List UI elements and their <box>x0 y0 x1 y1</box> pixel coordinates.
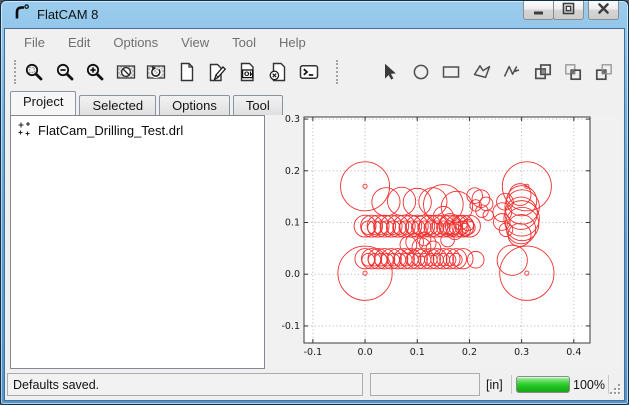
draw-rectangle-button[interactable] <box>440 58 463 86</box>
draw-rectangle-icon <box>441 62 461 82</box>
file-edit-button[interactable] <box>206 58 229 86</box>
zoom-out-button[interactable] <box>53 58 76 86</box>
project-tree: FlatCam_Drilling_Test.drl <box>10 115 265 369</box>
status-bar: Defaults saved. [in] 100% <box>5 369 624 400</box>
toolbar-handle[interactable] <box>336 60 339 84</box>
draw-circle-button[interactable] <box>409 58 432 86</box>
select-button[interactable] <box>379 58 402 86</box>
client-area: FileEditOptionsViewToolHelp Ok ProjectSe… <box>4 28 625 401</box>
draw-polyline-button[interactable] <box>501 58 524 86</box>
svg-text:0.0: 0.0 <box>285 269 300 280</box>
file-delete-button[interactable] <box>267 58 290 86</box>
zoom-in-button[interactable] <box>84 58 107 86</box>
file-ok-button[interactable]: Ok <box>237 58 260 86</box>
menu-view[interactable]: View <box>171 33 219 52</box>
maximize-icon <box>561 1 576 21</box>
svg-text:0.3: 0.3 <box>285 115 300 125</box>
union-button[interactable] <box>531 58 554 86</box>
draw-polyline-icon <box>502 62 522 82</box>
tree-item-label: FlatCam_Drilling_Test.drl <box>38 123 183 138</box>
plot-panel: -0.1 0.0 0.1 0.2 0.3 0.4 -0.1 0.0 0.1 0.2 0.3 <box>265 115 622 371</box>
close-icon <box>596 1 611 21</box>
svg-text:0.2: 0.2 <box>285 166 300 177</box>
shell-button[interactable] <box>298 58 321 86</box>
file-new-icon <box>177 62 197 82</box>
menu-file[interactable]: File <box>14 33 55 52</box>
window-title: FlatCAM 8 <box>37 7 98 22</box>
clear-plot-button[interactable] <box>114 58 137 86</box>
zoom-fit-button[interactable] <box>23 58 46 86</box>
tree-item[interactable]: FlatCam_Drilling_Test.drl <box>13 119 262 142</box>
file-new-button[interactable] <box>175 58 198 86</box>
svg-text:-0.1: -0.1 <box>304 347 323 358</box>
file-edit-icon <box>207 62 227 82</box>
replot-button[interactable] <box>145 58 168 86</box>
close-button[interactable] <box>588 1 619 20</box>
svg-text:0.3: 0.3 <box>514 347 529 358</box>
svg-text:0.1: 0.1 <box>285 218 300 229</box>
zoom-out-icon <box>55 62 75 82</box>
zoom-fit-icon <box>24 62 44 82</box>
menu-options[interactable]: Options <box>103 33 168 52</box>
svg-text:0.1: 0.1 <box>410 347 425 358</box>
menu-help[interactable]: Help <box>269 33 316 52</box>
menu-edit[interactable]: Edit <box>58 33 100 52</box>
title-bar[interactable]: FlatCAM 8 <box>1 1 628 28</box>
svg-text:0.4: 0.4 <box>566 347 581 358</box>
status-separator <box>511 375 512 394</box>
tab-bar: ProjectSelectedOptionsTool <box>10 91 286 115</box>
clear-plot-icon <box>116 62 136 82</box>
flatcam-window: FlatCAM 8 FileEditOptionsViewToolHelp Ok… <box>0 0 629 405</box>
status-message: Defaults saved. <box>13 378 99 392</box>
maximize-button[interactable] <box>553 1 584 20</box>
union-icon <box>533 62 553 82</box>
draw-circle-icon <box>411 62 431 82</box>
subtract-button[interactable] <box>562 58 585 86</box>
file-delete-icon <box>268 62 288 82</box>
window-frame: FlatCAM 8 FileEditOptionsViewToolHelp Ok… <box>0 0 629 405</box>
svg-text:0.2: 0.2 <box>462 347 477 358</box>
menu-tool[interactable]: Tool <box>222 33 266 52</box>
tab-selected[interactable]: Selected <box>79 95 156 115</box>
tab-tool[interactable]: Tool <box>233 95 283 115</box>
progress-percent-label: 100% <box>573 373 605 396</box>
svg-text:-0.1: -0.1 <box>281 321 300 332</box>
menu-bar: FileEditOptionsViewToolHelp <box>6 31 623 53</box>
resize-grip[interactable] <box>608 384 620 396</box>
minimize-button[interactable] <box>523 1 554 20</box>
minimize-icon <box>531 1 546 21</box>
subtract-icon <box>563 62 583 82</box>
status-field-panel <box>370 373 480 396</box>
tab-project[interactable]: Project <box>10 91 76 115</box>
window-controls <box>524 1 619 20</box>
zoom-in-icon <box>85 62 105 82</box>
draw-polygon-button[interactable] <box>470 58 493 86</box>
progress-bar <box>516 376 570 393</box>
svg-text:Ok: Ok <box>244 70 254 78</box>
status-message-panel: Defaults saved. <box>7 373 363 396</box>
units-label: [in] <box>486 373 503 396</box>
file-ok-icon: Ok <box>238 62 258 82</box>
cut-path-icon <box>594 62 614 82</box>
svg-text:0.0: 0.0 <box>358 347 373 358</box>
draw-polygon-icon <box>472 62 492 82</box>
toolbar-handle[interactable] <box>14 60 17 84</box>
tab-options[interactable]: Options <box>159 95 230 115</box>
toolbar: Ok <box>6 55 623 89</box>
flatcam-logo-icon <box>12 3 30 26</box>
shell-icon <box>299 62 319 82</box>
select-icon <box>380 62 400 82</box>
drill-marks-icon <box>17 121 32 140</box>
plot-canvas[interactable]: -0.1 0.0 0.1 0.2 0.3 0.4 -0.1 0.0 0.1 0.2 0.3 <box>265 115 622 371</box>
cut-path-button[interactable] <box>592 58 615 86</box>
replot-icon <box>146 62 166 82</box>
